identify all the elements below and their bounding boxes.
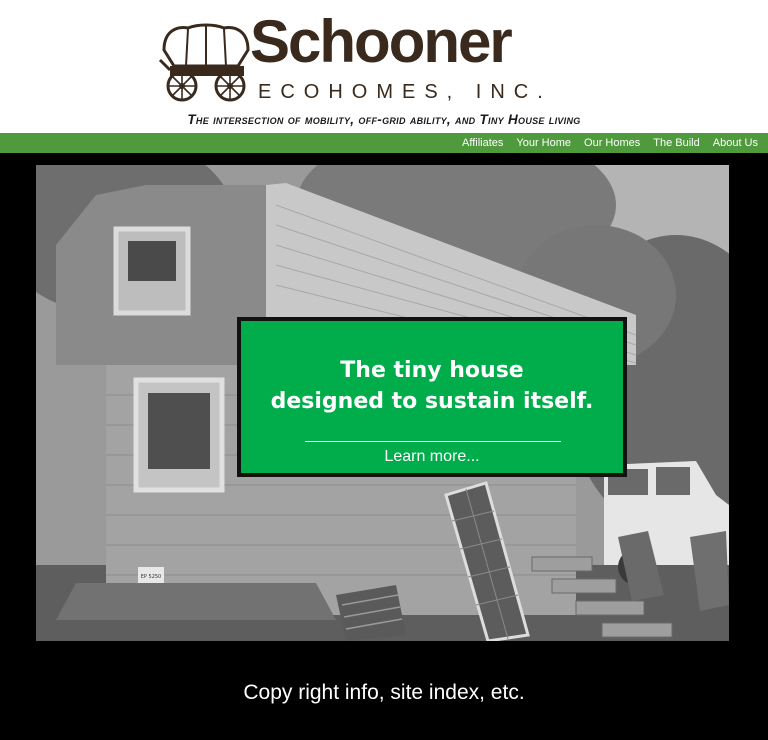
covered-wagon-icon [158, 23, 250, 102]
nav-item-about-us[interactable]: About Us [713, 137, 758, 149]
footer-info: Copy right info, site index, etc. [243, 681, 525, 704]
callout-divider [305, 441, 561, 442]
nav-items: Affiliates Your Home Our Homes The Build… [462, 133, 758, 153]
nav-item-our-homes[interactable]: Our Homes [584, 137, 640, 149]
hero-headline-line-2: designed to sustain itself. [270, 389, 594, 414]
brand-name: Schooner [250, 8, 513, 75]
hero-headline-line-1: The tiny house [340, 358, 524, 383]
hero-headline: The tiny house designed to sustain itsel… [241, 355, 623, 417]
brand-subtitle: ECOHOMES, INC. [258, 81, 552, 103]
hero-image: EP 5250 The tiny house designed to susta… [36, 165, 729, 641]
main-content: EP 5250 The tiny house designed to susta… [0, 153, 768, 740]
nav-item-the-build[interactable]: The Build [653, 137, 699, 149]
nav-item-your-home[interactable]: Your Home [516, 137, 571, 149]
brand-logo[interactable]: Schooner ECOHOMES, INC. [158, 12, 558, 104]
hero-callout: The tiny house designed to sustain itsel… [237, 317, 627, 477]
nav-item-affiliates[interactable]: Affiliates [462, 137, 503, 149]
main-nav: Affiliates Your Home Our Homes The Build… [0, 133, 768, 153]
license-plate: EP 5250 [141, 574, 162, 580]
site-header: Schooner ECOHOMES, INC. The intersection… [0, 0, 768, 133]
site-tagline: The intersection of mobility, off-grid a… [187, 112, 581, 127]
learn-more-link[interactable]: Learn more... [241, 448, 623, 466]
